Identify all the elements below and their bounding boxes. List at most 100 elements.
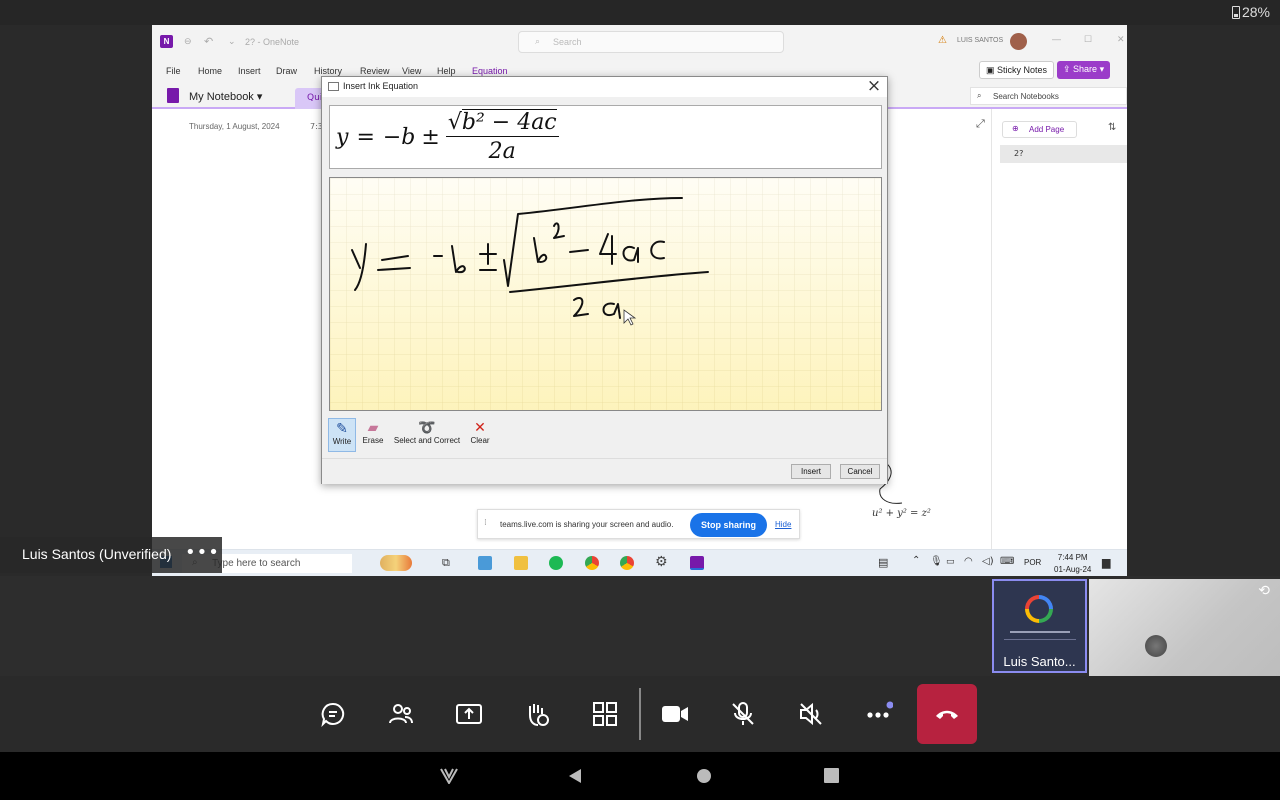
add-page-button[interactable]: ⊕ Add Page [1002,121,1077,138]
taskbar-clock[interactable]: 7:44 PM 01-Aug-24 [1054,552,1091,576]
language-indicator[interactable]: POR [1024,558,1041,567]
self-video-tile[interactable]: Luis Santo... [992,579,1087,673]
screen-share-banner: ⁞ teams.live.com is sharing your screen … [477,509,800,539]
ink-fraction-bar [509,271,709,293]
more-button[interactable] [852,686,906,742]
switch-camera-icon[interactable]: ⟲ [1258,583,1270,599]
speaker-button[interactable] [784,686,838,742]
dialog-close-button[interactable]: × [865,77,883,97]
menu-history[interactable]: History [314,66,342,76]
share-screen-icon [456,704,482,724]
battery-level: 28% [1241,4,1270,20]
ink-b [451,245,466,274]
chrome-icon[interactable] [585,556,599,570]
file-explorer-icon[interactable] [514,556,528,570]
nav-collapse-icon[interactable] [440,768,458,784]
page-date: Thursday, 1 August, 2024 [189,122,280,131]
menu-draw[interactable]: Draw [276,66,297,76]
notebook-selector[interactable]: My Notebook ▾ [189,90,262,103]
weather-widget-icon[interactable] [380,555,412,571]
hang-up-button[interactable] [917,684,977,744]
hide-link[interactable]: Hide [775,520,791,529]
ink-c [650,240,665,260]
sum-of-squares-equation: u² + y² = z² [872,508,931,519]
formula-denominator: 2a [488,139,516,164]
menu-home[interactable]: Home [198,66,222,76]
stop-sharing-button[interactable]: Stop sharing [690,513,767,537]
ink-b2 [533,237,548,263]
drag-handle-icon[interactable]: ⁞ [484,518,487,528]
mute-button[interactable] [716,686,770,742]
settings-icon[interactable]: ⚙ [655,554,668,570]
maximize-icon[interactable]: ☐ [1084,34,1092,45]
photos-app-icon[interactable] [478,556,492,570]
recents-button-icon[interactable] [824,768,839,783]
dialog-footer: Insert Cancel [322,458,887,484]
undo-icon[interactable]: ↶ [204,35,213,48]
presenter-name: Luis Santos (Unverified) [22,546,172,562]
erase-tool-button[interactable]: ▰ Erase [359,418,387,452]
raise-hand-icon [529,704,549,726]
menu-view[interactable]: View [402,66,421,76]
dialog-title: Insert Ink Equation [343,81,419,91]
ink-eq1 [381,255,409,261]
share-button[interactable]: ⇪ Share ▾ [1057,61,1111,79]
cancel-button[interactable]: Cancel [840,464,880,479]
camera-button[interactable] [648,686,702,742]
menu-file[interactable]: File [166,66,181,76]
task-view-icon[interactable]: ⧉ [442,556,450,570]
menu-help[interactable]: Help [437,66,456,76]
clear-tool-button[interactable]: ✕ Clear [466,418,494,452]
search-notebooks-input[interactable]: ⌕ Search Notebooks [970,87,1127,105]
ink-minus2 [569,249,589,253]
android-navigation-bar [0,752,1280,800]
spotify-icon[interactable] [549,556,563,570]
ink-a [622,245,639,263]
menu-review[interactable]: Review [360,66,390,76]
people-button[interactable] [374,686,428,742]
expand-icon[interactable]: ⤢ [976,117,985,131]
onenote-logo-icon: N [160,35,173,48]
select-and-correct-button[interactable]: ➰ Select and Correct [390,418,464,452]
battery-icon [1231,5,1240,19]
sticky-notes-button[interactable]: ▣ Sticky Notes [979,61,1055,79]
news-icon[interactable]: ▤ [878,556,888,569]
keyboard-icon[interactable]: ⌨ [1000,556,1014,567]
ink-writing-pad[interactable] [329,177,882,411]
onenote-taskbar-icon[interactable] [690,556,704,570]
sort-icon[interactable]: ⇅ [1108,122,1116,133]
warning-icon[interactable]: ⚠ [938,35,947,46]
wifi-icon[interactable]: ◠ [964,556,973,567]
formula-plus-minus: ± [421,124,440,150]
back-button-icon[interactable] [568,768,582,784]
video-strip: Luis Santo... ⟲ [0,576,1280,676]
avatar[interactable] [1010,33,1027,50]
share-banner-text: teams.live.com is sharing your screen an… [500,520,674,529]
write-tool-button[interactable]: ✎ Write [328,418,356,452]
microphone-icon[interactable]: 🎙 [930,556,943,567]
battery-tray-icon[interactable]: ▭ [946,557,955,567]
ink-plus-minus [479,243,497,271]
page-list-item[interactable]: 2? [1000,145,1127,163]
mouse-cursor-icon [623,309,637,326]
home-button-icon[interactable] [696,768,712,784]
minimize-icon[interactable]: — [1052,34,1061,44]
onenote-search-box[interactable]: ⌕ Search [518,31,784,53]
chat-button[interactable] [306,686,360,742]
volume-icon[interactable]: ◁) [982,556,994,567]
menu-insert[interactable]: Insert [238,66,261,76]
camera-video-tile[interactable]: ⟲ [1089,579,1280,676]
insert-button[interactable]: Insert [791,464,831,479]
tray-chevron-icon[interactable]: ⌃ [912,555,920,566]
more-options-icon[interactable]: ••• [185,542,220,563]
chevron-down-icon[interactable]: ⌄ [228,36,236,47]
raise-hand-button[interactable] [510,686,564,742]
add-page-icon: ⊕ [1012,124,1019,133]
close-icon[interactable]: ✕ [1117,34,1125,45]
back-icon[interactable]: ⊖ [184,36,192,47]
notifications-icon[interactable]: ▆ [1102,556,1110,569]
share-screen-button[interactable] [442,686,496,742]
chrome-profile-icon[interactable] [620,556,634,570]
menu-equation[interactable]: Equation [472,66,508,76]
view-button[interactable] [578,686,632,742]
